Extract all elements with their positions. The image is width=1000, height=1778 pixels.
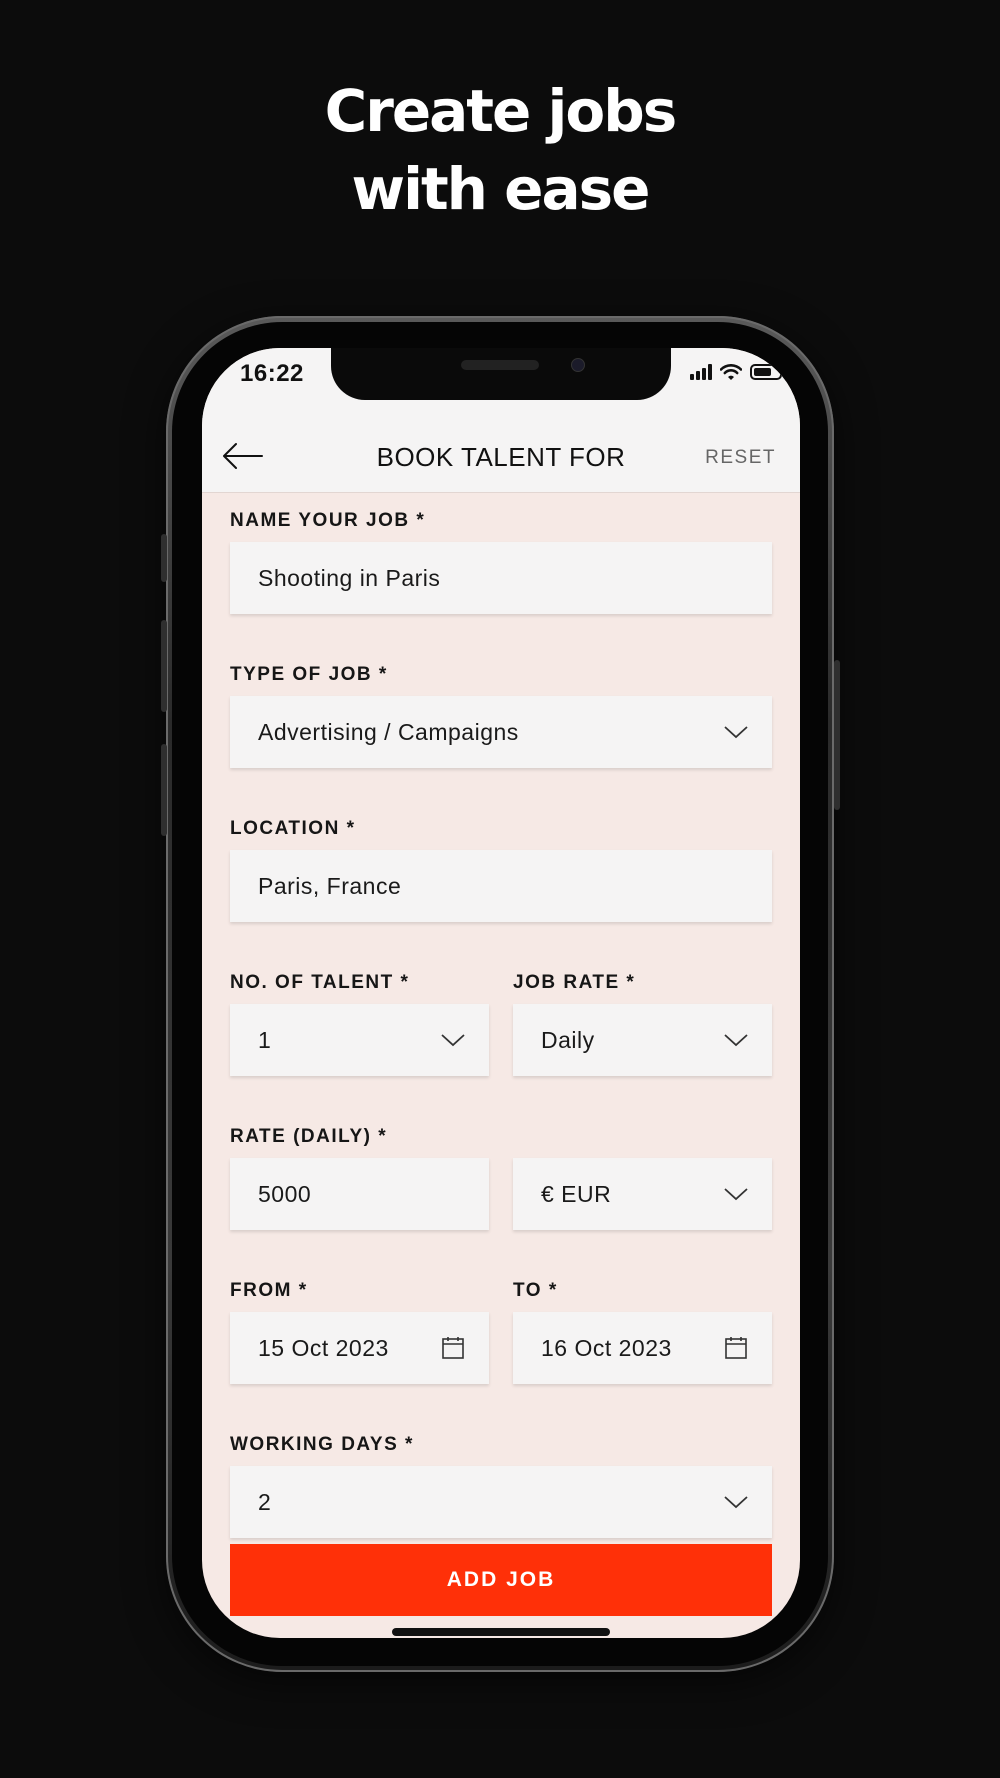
talent-count-select[interactable]: 1: [230, 1004, 489, 1076]
job-name-value: Shooting in Paris: [258, 564, 441, 591]
chevron-down-icon: [724, 726, 748, 739]
front-camera: [571, 358, 585, 372]
job-rate-select[interactable]: Daily: [513, 1004, 772, 1076]
job-type-value: Advertising / Campaigns: [258, 718, 519, 745]
talent-count-label: NO. OF TALENT *: [230, 972, 410, 993]
mute-switch: [161, 534, 167, 582]
navigation-bar: BOOK TALENT FOR RESET: [202, 420, 800, 493]
status-time: 16:22: [240, 360, 304, 387]
add-job-button[interactable]: ADD JOB: [230, 1544, 772, 1616]
notch: [331, 348, 671, 400]
rate-input[interactable]: 5000: [230, 1158, 489, 1230]
chevron-down-icon: [441, 1034, 465, 1047]
from-date-picker[interactable]: 15 Oct 2023: [230, 1312, 489, 1384]
job-name-input[interactable]: Shooting in Paris: [230, 542, 772, 614]
chevron-down-icon: [724, 1496, 748, 1509]
headline: Create jobs with ease: [0, 72, 1000, 228]
volume-up-button: [161, 620, 167, 712]
headline-line-1: Create jobs: [324, 77, 678, 145]
working-days-value: 2: [258, 1488, 272, 1515]
home-indicator[interactable]: [392, 1628, 610, 1636]
cellular-signal-icon: [690, 364, 712, 380]
status-icons: [690, 364, 785, 380]
location-input[interactable]: Paris, France: [230, 850, 772, 922]
power-button: [834, 660, 840, 810]
calendar-icon: [725, 1337, 747, 1359]
job-rate-label: JOB RATE *: [513, 972, 636, 993]
currency-select[interactable]: € EUR: [513, 1158, 772, 1230]
job-type-select[interactable]: Advertising / Campaigns: [230, 696, 772, 768]
location-value: Paris, France: [258, 872, 402, 899]
volume-down-button: [161, 744, 167, 836]
to-date-picker[interactable]: 16 Oct 2023: [513, 1312, 772, 1384]
rate-label: RATE (DAILY) *: [230, 1126, 388, 1147]
job-name-label: NAME YOUR JOB *: [230, 510, 426, 531]
reset-button[interactable]: RESET: [705, 447, 776, 469]
headline-line-2: with ease: [351, 155, 650, 223]
chevron-down-icon: [724, 1188, 748, 1201]
job-type-label: TYPE OF JOB *: [230, 664, 388, 685]
earpiece-speaker: [461, 360, 539, 370]
working-days-label: WORKING DAYS *: [230, 1434, 414, 1455]
rate-value: 5000: [258, 1180, 312, 1207]
wifi-icon: [720, 364, 742, 380]
phone-screen: 16:22 BOOK TALENT FOR RESET NAME YOUR JO…: [202, 348, 800, 1638]
battery-icon: [750, 364, 785, 380]
calendar-icon: [442, 1337, 464, 1359]
location-label: LOCATION *: [230, 818, 356, 839]
chevron-down-icon: [724, 1034, 748, 1047]
status-bar: 16:22: [202, 348, 800, 420]
working-days-select[interactable]: 2: [230, 1466, 772, 1538]
from-date-label: FROM *: [230, 1280, 308, 1301]
to-date-label: TO *: [513, 1280, 558, 1301]
